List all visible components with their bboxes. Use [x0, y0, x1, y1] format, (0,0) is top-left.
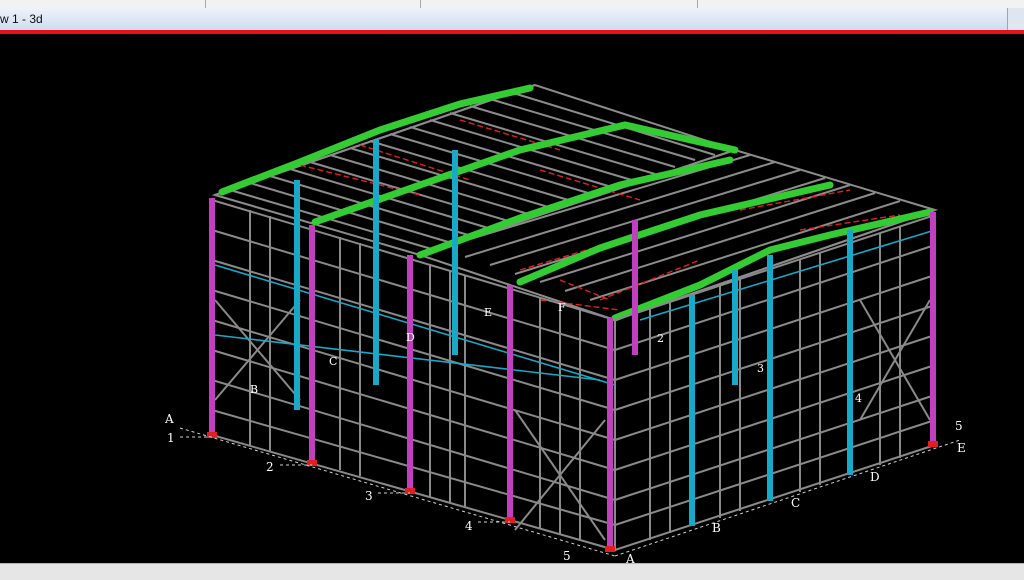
- grid-label: F: [558, 301, 566, 314]
- grid-label: D: [870, 470, 880, 484]
- grid-label: C: [791, 496, 800, 510]
- grid-label: 3: [757, 362, 764, 375]
- grid-label: D: [406, 331, 415, 344]
- grid-label: 3: [365, 489, 373, 503]
- ridge-beams: [218, 84, 934, 322]
- toolbar-divider: [205, 0, 206, 8]
- view-title: w 1 - 3d: [0, 12, 43, 26]
- grid-label: E: [484, 306, 492, 319]
- structure-model[interactable]: A 1 2 3 4 5 5 E 4 3 2 A B C D B C D E F: [0, 34, 1024, 563]
- grid-label: B: [250, 383, 258, 396]
- grid-label: 2: [266, 460, 274, 474]
- 3d-viewport[interactable]: A 1 2 3 4 5 5 E 4 3 2 A B C D B C D E F: [0, 34, 1024, 563]
- toolbar-divider: [420, 0, 421, 8]
- grid-label: 4: [465, 519, 473, 533]
- toolbar-divider: [697, 0, 698, 8]
- title-bar-end: [1007, 8, 1024, 30]
- grid-label: 4: [855, 392, 862, 405]
- grid-label: A: [625, 552, 635, 563]
- grid-label: B: [712, 521, 721, 535]
- grid-label: 5: [563, 549, 571, 563]
- grid-label: 1: [167, 431, 175, 445]
- grid-label: 2: [657, 332, 664, 345]
- grid-label: 5: [955, 419, 963, 433]
- grid-label: A: [164, 412, 174, 426]
- grid-label: E: [957, 441, 966, 455]
- view-title-bar[interactable]: w 1 - 3d: [0, 8, 1024, 34]
- status-bar: [0, 563, 1024, 580]
- grid-label: C: [329, 355, 337, 368]
